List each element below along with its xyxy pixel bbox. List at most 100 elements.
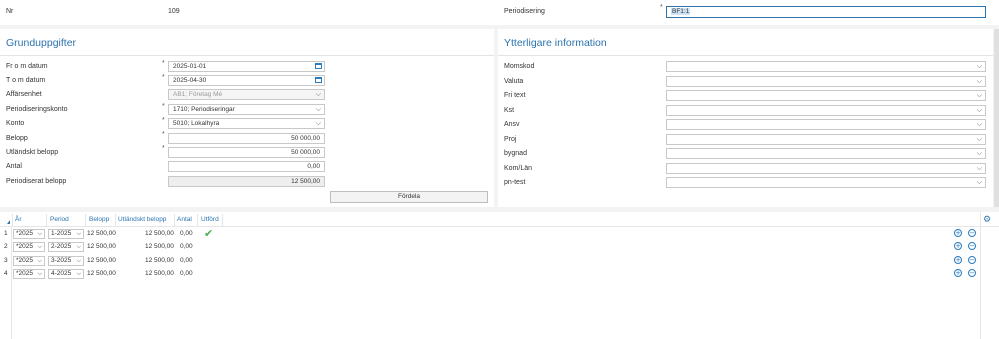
ytterligare-select[interactable]: ⌵ <box>666 90 986 101</box>
utlandskt-belopp-input[interactable]: 50 000,00 <box>168 147 325 158</box>
periodisering-field[interactable]: BF1:1 <box>666 6 986 18</box>
column-header[interactable]: Utländskt belopp <box>118 216 166 223</box>
ytterligare-select[interactable]: ⌵ <box>666 61 986 72</box>
year-select[interactable]: *2025 ⌵ <box>13 255 45 266</box>
belopp-input[interactable]: 50 000,00 <box>168 133 325 144</box>
period-value: 3-2025 <box>51 256 72 264</box>
tom-required: * <box>162 74 165 81</box>
ytterligare-select[interactable]: ⌵ <box>666 75 986 87</box>
period-select[interactable]: 1-2025 ⌵ <box>48 229 84 239</box>
utlandskt-belopp-cell: 12 500,00 <box>145 256 174 264</box>
column-header[interactable]: Utförd <box>201 216 219 223</box>
add-row-icon[interactable]: + <box>954 242 962 251</box>
sort-triangle-icon <box>7 220 10 224</box>
chevron-down-icon[interactable]: ⌵ <box>977 62 982 71</box>
chevron-down-icon[interactable]: ⌵ <box>37 270 42 278</box>
periodiseringskonto-select[interactable]: 1710; Periodiseringar ⌵ <box>168 104 325 115</box>
remove-row-icon[interactable]: − <box>968 255 976 264</box>
chevron-down-icon[interactable]: ⌵ <box>977 164 982 173</box>
antal-cell: 0,00 <box>180 269 193 277</box>
chevron-down-icon[interactable]: ⌵ <box>977 77 982 86</box>
add-row-icon[interactable]: + <box>954 229 962 237</box>
chevron-down-icon[interactable]: ⌵ <box>977 91 982 100</box>
konto-select[interactable]: 5010; Lokalhyra ⌵ <box>168 118 325 129</box>
antal-cell: 0,00 <box>180 230 193 237</box>
row-number-divider <box>11 227 12 339</box>
konto-required: * <box>162 117 165 124</box>
utlandskt-belopp-cell: 12 500,00 <box>145 230 174 237</box>
settings-icon[interactable]: ⚙ <box>983 215 991 225</box>
year-select[interactable]: *2025 ⌵ <box>13 242 45 253</box>
check-icon: ✔ <box>204 227 214 240</box>
period-select[interactable]: 2-2025 ⌵ <box>48 242 84 253</box>
from-date-value: 2025-01-01 <box>173 63 207 70</box>
tom-date-value: 2025-04-30 <box>173 77 207 84</box>
tom-label: T o m datum <box>6 77 46 84</box>
chevron-down-icon[interactable]: ⌵ <box>37 230 42 238</box>
utlandskt-belopp-label: Utländskt belopp <box>6 149 59 156</box>
chevron-down-icon[interactable]: ⌵ <box>37 243 42 251</box>
periodiseringskonto-label: Periodiseringskonto <box>6 106 68 113</box>
antal-cell: 0,00 <box>180 243 193 251</box>
antal-cell: 0,00 <box>180 256 193 264</box>
period-value: 1-2025 <box>51 230 72 237</box>
affarsenhet-select: AB1; Företag Mé ⌵ <box>168 89 325 100</box>
ytterligare-select[interactable]: ⌵ <box>666 119 986 130</box>
ytterligare-select[interactable]: ⌵ <box>666 177 986 188</box>
column-header[interactable]: Belopp <box>89 216 109 223</box>
remove-row-icon[interactable]: − <box>968 268 976 277</box>
belopp-label: Belopp <box>6 135 28 142</box>
ytterligare-label: pn-test <box>504 179 526 186</box>
chevron-down-icon[interactable]: ⌵ <box>37 257 42 265</box>
chevron-down-icon[interactable]: ⌵ <box>977 149 982 158</box>
ytterligare-select[interactable]: ⌵ <box>666 148 986 159</box>
ytterligare-label: Fri text <box>504 92 526 99</box>
chevron-down-icon[interactable]: ⌵ <box>316 105 321 114</box>
vertical-scrollbar[interactable] <box>994 29 999 207</box>
chevron-down-icon[interactable]: ⌵ <box>977 178 982 187</box>
column-header[interactable]: År <box>15 216 22 223</box>
year-value: *2025 <box>16 269 33 277</box>
chevron-down-icon[interactable]: ⌵ <box>76 243 81 251</box>
column-header[interactable]: Antal <box>177 216 192 223</box>
add-row-icon[interactable]: + <box>954 268 962 277</box>
chevron-down-icon[interactable]: ⌵ <box>316 119 321 128</box>
row-number: 1 <box>4 230 8 237</box>
ytterligare-label: Kst <box>504 106 515 114</box>
ytterligare-select[interactable]: ⌵ <box>666 162 986 174</box>
from-label: Fr o m datum <box>6 63 48 70</box>
antal-input[interactable]: 0,00 <box>168 161 325 172</box>
remove-row-icon[interactable]: − <box>968 242 976 251</box>
row-number: 3 <box>4 256 8 264</box>
period-select[interactable]: 3-2025 ⌵ <box>48 255 84 266</box>
periodiserat-belopp-label: Periodiserat belopp <box>6 178 67 185</box>
calendar-icon[interactable] <box>315 63 322 69</box>
chevron-down-icon[interactable]: ⌵ <box>977 135 982 144</box>
chevron-down-icon[interactable]: ⌵ <box>76 230 81 238</box>
chevron-down-icon[interactable]: ⌵ <box>76 270 81 278</box>
chevron-down-icon[interactable]: ⌵ <box>76 257 81 265</box>
period-value: 4-2025 <box>51 269 72 277</box>
remove-row-icon[interactable]: − <box>968 229 976 237</box>
chevron-down-icon[interactable]: ⌵ <box>977 106 982 115</box>
add-row-icon[interactable]: + <box>954 255 962 264</box>
fordela-button[interactable]: Fördela <box>330 191 488 203</box>
ytterligare-divider <box>498 55 993 56</box>
period-select[interactable]: 4-2025 ⌵ <box>48 268 84 279</box>
chevron-down-icon[interactable]: ⌵ <box>977 120 982 129</box>
belopp-cell: 12 500,00 <box>87 256 116 264</box>
column-header[interactable]: Period <box>50 216 69 223</box>
column-divider <box>85 214 86 226</box>
tom-date-input[interactable]: 2025-04-30 <box>168 75 325 86</box>
ytterligare-select[interactable]: ⌵ <box>666 104 986 116</box>
year-select[interactable]: *2025 ⌵ <box>13 268 45 279</box>
ytterligare-select[interactable]: ⌵ <box>666 133 986 145</box>
utlandskt-belopp-cell: 12 500,00 <box>145 243 174 251</box>
from-date-input[interactable]: 2025-01-01 <box>168 61 325 72</box>
column-divider <box>115 214 116 226</box>
year-value: *2025 <box>16 243 33 251</box>
year-select[interactable]: *2025 ⌵ <box>13 229 45 239</box>
chevron-down-icon: ⌵ <box>315 91 321 98</box>
calendar-icon[interactable] <box>315 77 322 83</box>
ytterligare-label: bygnad <box>504 150 527 157</box>
